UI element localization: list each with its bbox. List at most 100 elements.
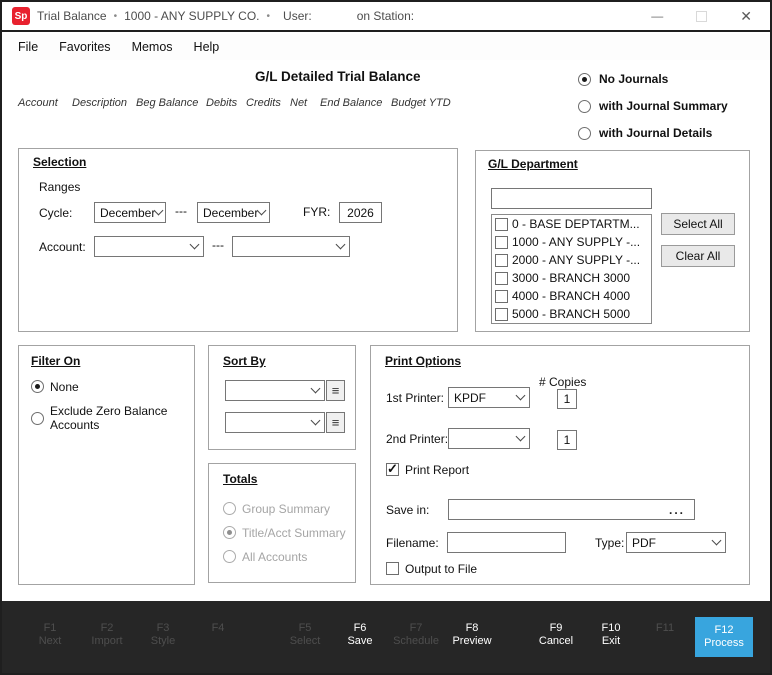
gl-department-groupbox: G/L Department 0 - BASE DEPTARTM... 1000… [475, 150, 750, 332]
radio-label: Title/Acct Summary [242, 526, 346, 540]
range-separator: --- [175, 204, 187, 218]
fk-label: Exit [571, 635, 651, 648]
radio-group-summary: Group Summary [223, 502, 330, 516]
radio-no-journals[interactable]: No Journals [578, 72, 668, 86]
browse-icon[interactable]: ... [669, 503, 689, 517]
department-label: 3000 - BRANCH 3000 [512, 271, 630, 285]
cycle-to-dropdown[interactable]: December [197, 202, 270, 223]
list-icon: ≡ [332, 415, 340, 430]
radio-label: with Journal Summary [599, 99, 728, 113]
cycle-to-value: December [203, 206, 258, 220]
cycle-from-value: December [100, 206, 155, 220]
radio-icon [578, 127, 591, 140]
totals-title: Totals [223, 472, 257, 486]
radio-icon [223, 550, 236, 563]
department-label: 4000 - BRANCH 4000 [512, 289, 630, 303]
save-in-field[interactable]: ... [448, 499, 695, 520]
f8-preview-button[interactable]: F8 Preview [432, 622, 512, 648]
menu-file[interactable]: File [18, 40, 38, 54]
printer1-value: KPDF [454, 391, 486, 405]
printer2-copies-field[interactable]: 1 [557, 430, 577, 450]
app-window: Sp Trial Balance • 1000 - ANY SUPPLY CO.… [0, 0, 772, 675]
station-label: on Station: [357, 9, 414, 23]
cycle-from-dropdown[interactable]: December [94, 202, 166, 223]
checkbox-icon[interactable] [495, 290, 508, 303]
filter-on-groupbox: Filter On None Exclude Zero Balance Acco… [18, 345, 195, 585]
company-name: 1000 - ANY SUPPLY CO. [124, 9, 259, 23]
department-list-item[interactable]: 0 - BASE DEPTARTM... [492, 215, 651, 233]
column-header-credits: Credits [246, 97, 281, 109]
clear-all-button[interactable]: Clear All [661, 245, 735, 267]
user-label: User: [283, 9, 312, 23]
selection-groupbox: Selection Ranges Cycle: December --- Dec… [18, 148, 458, 332]
column-header-debits: Debits [206, 97, 237, 109]
bullet-separator: • [267, 11, 271, 22]
gl-department-title: G/L Department [488, 157, 578, 171]
radio-all-accounts: All Accounts [223, 550, 307, 564]
radio-with-journal-details[interactable]: with Journal Details [578, 126, 712, 140]
f12-process-button[interactable]: F12 Process [695, 617, 753, 657]
sort2-dropdown[interactable] [225, 412, 325, 433]
radio-label: None [50, 380, 79, 394]
checkbox-icon [386, 463, 399, 476]
checkbox-icon[interactable] [495, 272, 508, 285]
fk-label: Style [123, 635, 203, 648]
department-list-item[interactable]: 2000 - ANY SUPPLY -... [492, 251, 651, 269]
column-header-net: Net [290, 97, 307, 109]
account-from-dropdown[interactable] [94, 236, 204, 257]
department-list[interactable]: 0 - BASE DEPTARTM... 1000 - ANY SUPPLY -… [491, 214, 652, 324]
menu-help[interactable]: Help [194, 40, 220, 54]
printer1-label: 1st Printer: [386, 391, 444, 405]
chevron-down-icon [257, 206, 267, 216]
menu-favorites[interactable]: Favorites [59, 40, 110, 54]
department-list-item[interactable]: 4000 - BRANCH 4000 [492, 287, 651, 305]
checkbox-icon[interactable] [495, 218, 508, 231]
radio-label: No Journals [599, 72, 668, 86]
department-label: 2000 - ANY SUPPLY -... [512, 253, 640, 267]
radio-title-acct-summary: Title/Acct Summary [223, 526, 346, 540]
radio-exclude-zero-balance[interactable]: Exclude Zero Balance Accounts [31, 404, 189, 432]
radio-filter-none[interactable]: None [31, 380, 79, 394]
department-list-item[interactable]: 1000 - ANY SUPPLY -... [492, 233, 651, 251]
app-logo-icon: Sp [12, 7, 30, 25]
printer2-dropdown[interactable] [448, 428, 530, 449]
checkbox-icon[interactable] [495, 236, 508, 249]
sort1-list-button[interactable]: ≡ [326, 380, 345, 401]
column-header-description: Description [72, 97, 127, 109]
department-list-item[interactable]: 3000 - BRANCH 3000 [492, 269, 651, 287]
account-to-dropdown[interactable] [232, 236, 350, 257]
column-header-beg-balance: Beg Balance [136, 97, 198, 109]
minimize-icon[interactable]: — [651, 9, 663, 23]
output-to-file-checkbox[interactable]: Output to File [386, 562, 477, 576]
menu-memos[interactable]: Memos [132, 40, 173, 54]
copies-label: # Copies [539, 375, 586, 389]
department-label: 5000 - BRANCH 5000 [512, 307, 630, 321]
select-all-button[interactable]: Select All [661, 213, 735, 235]
printer2-label: 2nd Printer: [386, 432, 448, 446]
radio-icon [578, 100, 591, 113]
sort1-dropdown[interactable] [225, 380, 325, 401]
radio-icon [223, 502, 236, 515]
department-list-item[interactable]: 5000 - BRANCH 5000 [492, 305, 651, 323]
printer1-copies-field[interactable]: 1 [557, 389, 577, 409]
chevron-down-icon [712, 536, 722, 546]
department-search-input[interactable] [491, 188, 652, 209]
checkbox-icon[interactable] [495, 254, 508, 267]
fk-key: F8 [432, 622, 512, 635]
filename-field[interactable] [447, 532, 566, 553]
chevron-down-icon [154, 206, 164, 216]
fk-key: F12 [715, 624, 734, 637]
sort-by-title: Sort By [223, 354, 266, 368]
print-report-checkbox[interactable]: Print Report [386, 463, 469, 477]
close-icon[interactable]: ✕ [740, 8, 752, 25]
sort2-list-button[interactable]: ≡ [326, 412, 345, 433]
fk-label: Preview [432, 635, 512, 648]
type-dropdown[interactable]: PDF [626, 532, 726, 553]
radio-with-journal-summary[interactable]: with Journal Summary [578, 99, 728, 113]
fyr-field[interactable]: 2026 [339, 202, 382, 223]
maximize-icon [696, 11, 707, 22]
radio-icon [31, 380, 44, 393]
printer1-dropdown[interactable]: KPDF [448, 387, 530, 408]
checkbox-icon[interactable] [495, 308, 508, 321]
column-header-account: Account [18, 97, 58, 109]
